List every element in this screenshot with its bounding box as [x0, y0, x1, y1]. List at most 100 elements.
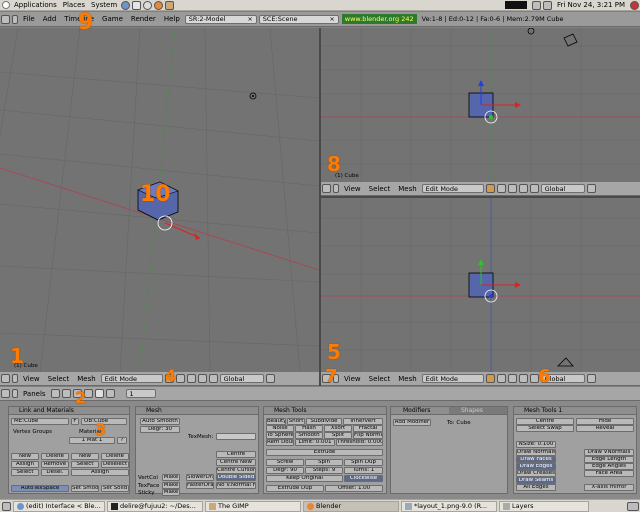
edge-length-toggle[interactable]: Edge Length	[584, 456, 634, 463]
scene-selector[interactable]: SCE:Scene ×	[258, 14, 339, 24]
slower-draw-button[interactable]: SlowerDraw	[186, 474, 214, 481]
show-desktop-icon[interactable]	[2, 501, 11, 511]
power-icon[interactable]	[630, 0, 639, 10]
no-vnormal-flip-toggle[interactable]: No V.Normal Flip	[216, 482, 256, 489]
beauty-toggle[interactable]: Beauty	[266, 418, 286, 425]
menu-places[interactable]: Places	[60, 1, 88, 9]
editing-icon[interactable]	[94, 389, 104, 398]
menu-game[interactable]: Game	[98, 15, 127, 23]
layers-icon[interactable]	[265, 374, 275, 383]
menu-panels[interactable]: Panels	[19, 390, 50, 398]
viewport-right-top[interactable]: (1) Cube	[321, 28, 640, 182]
manipulator-icon[interactable]	[518, 374, 528, 383]
smooth-button[interactable]: Smooth	[295, 432, 323, 439]
menu-render[interactable]: Render	[127, 15, 160, 23]
menu-mesh[interactable]: Mesh	[394, 185, 420, 193]
draw-normals-toggle[interactable]: Draw Normals	[516, 449, 556, 456]
hand-icon[interactable]	[507, 374, 517, 383]
sticky-make-button[interactable]: Make	[162, 489, 180, 496]
face-area-toggle[interactable]: Face Area	[584, 470, 634, 477]
draw-type-icon[interactable]	[485, 184, 495, 193]
edge-angles-toggle[interactable]: Edge Angles	[584, 463, 634, 470]
material-delete-button[interactable]: Delete	[101, 453, 129, 460]
menu-mesh[interactable]: Mesh	[73, 375, 99, 383]
x-axis-mirror-toggle[interactable]: X-axis mirror	[584, 484, 634, 491]
hand-icon[interactable]	[507, 184, 517, 193]
nsize-field[interactable]: NSize: 0.100	[516, 441, 556, 448]
xsort-button[interactable]: Xsort	[324, 425, 352, 432]
screen-selector[interactable]: SR:2-Model ×	[184, 14, 257, 24]
taskbar-item[interactable]: The GIMP	[205, 500, 301, 512]
menu-view[interactable]: View	[340, 375, 365, 383]
centre-button[interactable]: Centre	[516, 418, 574, 425]
material-new-button[interactable]: New	[71, 453, 99, 460]
taskbar-item[interactable]: Blender	[303, 500, 399, 512]
draw-vnormals-toggle[interactable]: Draw VNormals	[584, 449, 634, 456]
firefox-icon[interactable]	[154, 0, 164, 10]
material-assign-button[interactable]: Assign	[71, 469, 129, 476]
centre-button[interactable]: Centre	[216, 451, 256, 458]
menu-applications[interactable]: Applications	[11, 1, 60, 9]
vgroup-new-button[interactable]: New	[11, 453, 39, 460]
faster-draw-button[interactable]: FasterDraw	[186, 482, 214, 489]
tab-modifiers[interactable]: Modifiers	[391, 407, 449, 414]
auto-smooth-degree[interactable]: Degr: 30	[140, 426, 180, 433]
noise-button[interactable]: Noise	[266, 425, 294, 432]
rem-doubles-button[interactable]: Rem Doubles	[266, 439, 294, 446]
extrude-dup-button[interactable]: Extrude Dup	[266, 485, 324, 492]
volume-icon[interactable]	[542, 0, 552, 10]
to-sphere-button[interactable]: To Sphere	[266, 432, 294, 439]
offset-field[interactable]: Offset: 1.00	[325, 485, 383, 492]
pivot-icon[interactable]	[175, 374, 185, 383]
close-icon[interactable]: ×	[329, 15, 334, 23]
material-help-button[interactable]: ?	[117, 437, 127, 444]
threshold-field[interactable]: Threshold: 0.000	[336, 439, 383, 446]
vgroup-select-button[interactable]: Select	[11, 469, 39, 476]
autotexspace-toggle[interactable]: AutoTexSpace	[11, 485, 69, 492]
centre-cursor-button[interactable]: Centre Cursor	[216, 467, 256, 474]
gimp-icon[interactable]	[165, 0, 175, 10]
add-modifier-button[interactable]: Add Modifier	[393, 419, 431, 426]
keep-original-toggle[interactable]: Keep Original	[266, 475, 343, 482]
limit-field[interactable]: Limit: 0.001	[295, 439, 335, 446]
split-button[interactable]: Split	[324, 432, 352, 439]
select-swap-button[interactable]: Select Swap	[516, 425, 574, 432]
menu-select[interactable]: Select	[44, 375, 74, 383]
draw-edges-toggle[interactable]: Draw Edges	[516, 463, 556, 470]
hide-button[interactable]: Hide	[576, 418, 634, 425]
pivot-icon[interactable]	[496, 184, 506, 193]
mode-selector[interactable]: Edit Mode	[100, 374, 163, 383]
mesh-name-field[interactable]: ME:Cube	[11, 418, 69, 425]
gnome-foot-icon[interactable]	[2, 1, 10, 9]
menu-system[interactable]: System	[88, 1, 120, 9]
screw-button[interactable]: Screw	[266, 459, 304, 466]
taskbar-item[interactable]: delire@fujuu2: ~/Des...	[107, 500, 203, 512]
material-select-button[interactable]: Select	[71, 461, 99, 468]
window-type-icon[interactable]	[1, 14, 10, 24]
vgroup-delete-button[interactable]: Delete	[41, 453, 69, 460]
rotate-icon[interactable]	[208, 374, 218, 383]
material-deselect-button[interactable]: Deselect	[101, 461, 129, 468]
orientation-selector[interactable]: Global	[540, 184, 585, 193]
menu-view[interactable]: View	[19, 375, 44, 383]
centre-new-button[interactable]: Centre New	[216, 459, 256, 466]
collapse-icon[interactable]	[12, 374, 18, 383]
collapse-icon[interactable]	[333, 184, 339, 193]
layers-icon[interactable]	[586, 184, 596, 193]
subdivide-button[interactable]: Subdivide	[306, 418, 342, 425]
browser-icon[interactable]	[121, 0, 131, 10]
short-toggle[interactable]: Short	[287, 418, 305, 425]
mode-selector[interactable]: Edit Mode	[421, 184, 484, 193]
collapse-icon[interactable]	[12, 14, 18, 24]
all-edges-toggle[interactable]: All Edges	[516, 484, 556, 491]
frame-field[interactable]: 1	[125, 389, 156, 398]
script-icon[interactable]	[61, 389, 71, 398]
vgroup-remove-button[interactable]: Remove	[41, 461, 69, 468]
menu-select[interactable]: Select	[365, 185, 395, 193]
viewport-right-bottom[interactable]	[321, 198, 640, 372]
hash-button[interactable]: Hash	[295, 425, 323, 432]
material-index-field[interactable]: 1 Mat 1	[69, 437, 115, 444]
window-type-icon[interactable]	[1, 389, 10, 398]
window-type-icon[interactable]	[322, 184, 331, 193]
taskbar-item[interactable]: (edit) Interface < Ble...	[13, 500, 105, 512]
